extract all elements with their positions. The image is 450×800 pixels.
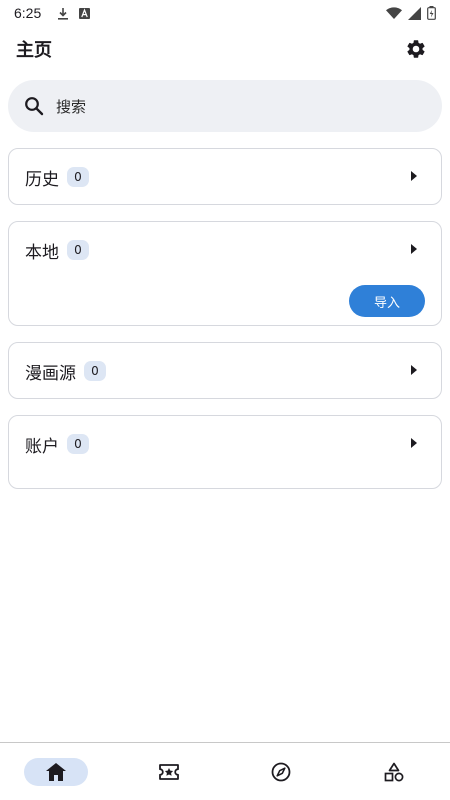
comic-source-card[interactable]: 漫画源 0	[8, 342, 442, 399]
page-title: 主页	[16, 40, 52, 61]
search-bar[interactable]: 搜索	[8, 80, 442, 132]
shapes-icon	[384, 762, 404, 782]
app-a-icon	[79, 7, 91, 19]
chevron-right-icon	[411, 365, 417, 375]
status-bar: 6:25	[0, 0, 450, 26]
nav-categories[interactable]	[362, 758, 426, 786]
comic-source-title: 漫画源	[25, 363, 76, 384]
local-count-badge: 0	[67, 240, 89, 260]
chevron-right-icon	[411, 171, 417, 181]
history-count-badge: 0	[67, 167, 89, 187]
settings-button[interactable]	[398, 31, 434, 67]
history-card[interactable]: 历史 0	[8, 148, 442, 205]
chevron-right-icon	[411, 438, 417, 448]
status-time: 6:25	[14, 5, 42, 21]
search-icon	[24, 96, 44, 116]
gear-icon	[405, 38, 427, 60]
chevron-right-icon	[411, 244, 417, 254]
compass-icon	[271, 762, 291, 782]
download-icon	[57, 7, 69, 20]
account-card[interactable]: 账户 0	[8, 415, 442, 489]
battery-icon	[427, 6, 436, 20]
home-icon	[46, 762, 67, 781]
import-button[interactable]: 导入	[349, 285, 425, 317]
account-count-badge: 0	[67, 434, 89, 454]
history-title: 历史	[25, 169, 59, 190]
local-card[interactable]: 本地 0 导入	[8, 221, 442, 326]
nav-home[interactable]	[24, 757, 89, 786]
nav-explore[interactable]	[249, 758, 313, 786]
wifi-icon	[386, 7, 402, 19]
signal-icon	[408, 6, 421, 20]
nav-favorites[interactable]	[137, 758, 201, 786]
search-label: 搜索	[56, 97, 87, 116]
comic-source-count-badge: 0	[84, 361, 106, 381]
bottom-navigation	[0, 742, 450, 800]
local-title: 本地	[25, 242, 59, 263]
ticket-star-icon	[158, 763, 180, 781]
account-title: 账户	[25, 436, 59, 457]
app-bar: 主页	[0, 28, 450, 70]
